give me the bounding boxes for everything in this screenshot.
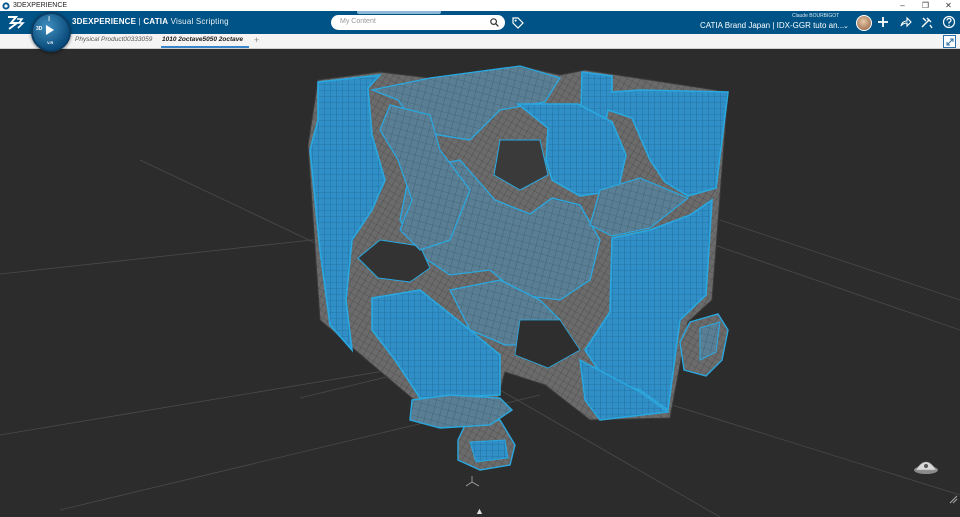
brand-app: Visual Scripting bbox=[168, 17, 229, 26]
lattice-cube-model[interactable] bbox=[307, 65, 729, 421]
brand-separator: | bbox=[136, 17, 144, 26]
3d-scene[interactable] bbox=[0, 49, 960, 517]
3dexperience-app-icon bbox=[2, 1, 10, 10]
3d-viewport[interactable] bbox=[0, 49, 960, 517]
detached-part-bottom[interactable] bbox=[457, 419, 516, 471]
search-placeholder: My Content bbox=[340, 18, 376, 25]
tab-physical-product[interactable]: Physical Product00333059 bbox=[75, 36, 152, 43]
chevron-up-icon[interactable]: ▲ bbox=[475, 506, 484, 516]
tag-icon[interactable] bbox=[511, 16, 524, 29]
chevron-down-icon[interactable]: ⌄ bbox=[843, 22, 849, 30]
compass-widget[interactable]: ∥ 3D V.R bbox=[31, 12, 71, 52]
close-icon[interactable]: ✕ bbox=[937, 0, 960, 11]
expand-icon bbox=[946, 38, 953, 45]
search-input[interactable]: My Content bbox=[331, 15, 505, 30]
maximize-viewer-button[interactable] bbox=[943, 35, 956, 48]
restore-icon[interactable]: ❐ bbox=[914, 0, 937, 11]
top-bar: 3DEXPERIENCE | CATIA Visual Scripting My… bbox=[0, 11, 960, 34]
user-name: Claude BOURBIGOT bbox=[792, 13, 840, 19]
collab-space-label[interactable]: CATIA Brand Japan | IDX-GGR tuto an... bbox=[700, 21, 844, 30]
app-brand: 3DEXPERIENCE | CATIA Visual Scripting bbox=[72, 17, 229, 26]
brand-product: CATIA bbox=[143, 17, 169, 26]
help-icon[interactable] bbox=[942, 15, 956, 29]
view-orientation-icon[interactable] bbox=[912, 452, 940, 476]
window-controls: – ❐ ✕ bbox=[891, 0, 960, 11]
window-titlebar: 3DEXPERIENCE – ❐ ✕ bbox=[0, 0, 960, 11]
add-icon[interactable] bbox=[876, 15, 890, 29]
axis-triad-icon bbox=[465, 476, 480, 487]
compass-version-label: V.R bbox=[47, 40, 54, 45]
tab-bar: Physical Product00333059 1010 2octave505… bbox=[0, 34, 960, 49]
compass-top-glyph: ∥ bbox=[48, 16, 51, 22]
active-tab-indicator bbox=[161, 46, 249, 48]
tools-icon[interactable] bbox=[919, 15, 933, 29]
window-title: 3DEXPERIENCE bbox=[13, 2, 68, 9]
tab-active-model[interactable]: 1010 2octave5050 2octave bbox=[162, 36, 243, 43]
search-icon[interactable] bbox=[490, 18, 499, 27]
resize-handle-icon[interactable] bbox=[948, 494, 958, 504]
ds-logo-icon[interactable] bbox=[5, 14, 25, 31]
add-tab-button[interactable]: + bbox=[254, 35, 259, 45]
share-icon[interactable] bbox=[898, 15, 912, 29]
compass-3d-label: 3D bbox=[36, 26, 43, 32]
loading-indicator bbox=[357, 11, 441, 14]
brand-platform: 3DEXPERIENCE bbox=[72, 17, 137, 26]
play-icon[interactable] bbox=[46, 25, 54, 35]
avatar[interactable] bbox=[856, 15, 872, 31]
minimize-icon[interactable]: – bbox=[891, 0, 914, 11]
